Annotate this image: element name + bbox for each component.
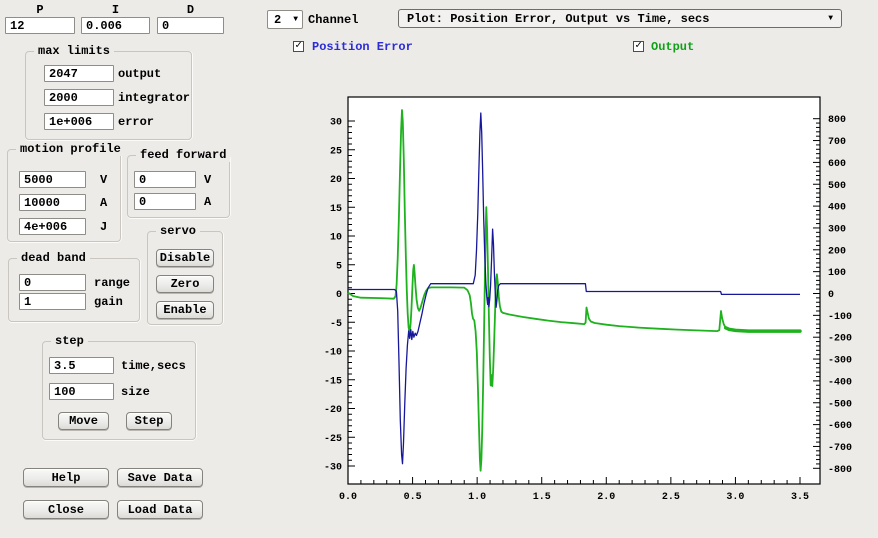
svg-text:2.0: 2.0 — [597, 492, 615, 503]
svg-text:400: 400 — [828, 203, 846, 214]
svg-text:-200: -200 — [828, 334, 852, 345]
svg-text:-10: -10 — [324, 348, 342, 359]
svg-text:500: 500 — [828, 181, 846, 192]
svg-text:-400: -400 — [828, 377, 852, 388]
svg-text:700: 700 — [828, 137, 846, 148]
svg-text:0: 0 — [828, 290, 834, 301]
svg-text:800: 800 — [828, 115, 846, 126]
svg-text:300: 300 — [828, 224, 846, 235]
plot-canvas: -30 -25 -20 -15 -10 -5 0 5 10 15 20 25 30 -800 -700 -60… — [0, 0, 878, 538]
svg-text:1.5: 1.5 — [533, 492, 551, 503]
svg-text:5: 5 — [336, 261, 342, 272]
svg-text:-800: -800 — [828, 465, 852, 476]
svg-text:-700: -700 — [828, 443, 852, 454]
pid-tuning-window: P I D 2 ▼ Channel Plot: Position Error, … — [0, 0, 878, 538]
svg-text:200: 200 — [828, 246, 846, 257]
svg-text:10: 10 — [330, 233, 342, 244]
svg-text:-600: -600 — [828, 421, 852, 432]
svg-text:20: 20 — [330, 175, 342, 186]
svg-text:15: 15 — [330, 204, 342, 215]
svg-text:600: 600 — [828, 159, 846, 170]
svg-text:-5: -5 — [330, 319, 342, 330]
svg-text:-20: -20 — [324, 405, 342, 416]
svg-text:2.5: 2.5 — [662, 492, 680, 503]
svg-text:30: 30 — [330, 118, 342, 129]
svg-text:-100: -100 — [828, 312, 852, 323]
svg-text:0.0: 0.0 — [339, 492, 357, 503]
svg-text:-15: -15 — [324, 376, 342, 387]
svg-text:3.0: 3.0 — [726, 492, 744, 503]
svg-text:3.5: 3.5 — [791, 492, 809, 503]
svg-text:-25: -25 — [324, 434, 342, 445]
svg-text:0.5: 0.5 — [404, 492, 422, 503]
svg-text:25: 25 — [330, 146, 342, 157]
svg-text:-300: -300 — [828, 356, 852, 367]
svg-text:0: 0 — [336, 290, 342, 301]
svg-text:-500: -500 — [828, 399, 852, 410]
svg-text:1.0: 1.0 — [468, 492, 486, 503]
svg-text:-30: -30 — [324, 463, 342, 474]
svg-text:100: 100 — [828, 268, 846, 279]
